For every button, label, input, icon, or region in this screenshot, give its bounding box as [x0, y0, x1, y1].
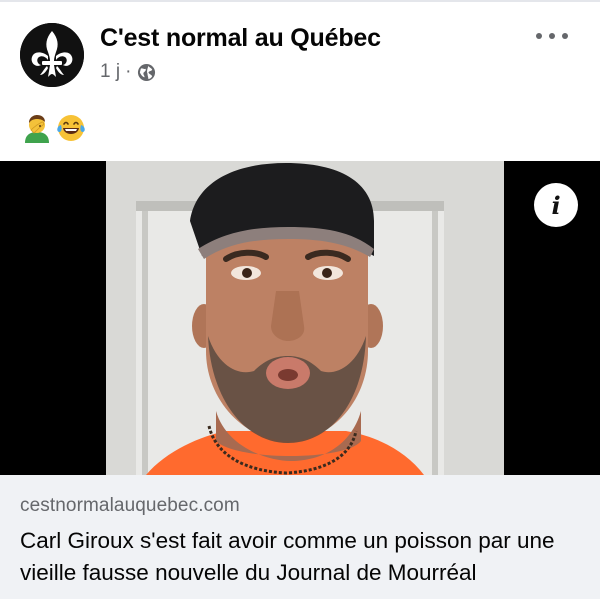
- man-facepalming-emoji: [22, 113, 52, 147]
- page-avatar[interactable]: [20, 23, 84, 87]
- post-meta: 1 j ·: [100, 61, 156, 83]
- link-domain: cestnormalauquebec.com: [20, 495, 240, 516]
- page-name-link[interactable]: C'est normal au Québec: [100, 24, 381, 53]
- link-title[interactable]: Carl Giroux s'est fait avoir comme un po…: [20, 525, 590, 589]
- video-player[interactable]: [0, 161, 600, 475]
- link-preview[interactable]: cestnormalauquebec.com Carl Giroux s'est…: [0, 475, 600, 599]
- info-icon[interactable]: i: [534, 183, 578, 227]
- tears-of-joy-emoji: [56, 113, 86, 147]
- fleur-de-lis-icon: [20, 23, 84, 87]
- globe-icon: [137, 63, 156, 82]
- top-divider: [0, 0, 600, 2]
- facebook-post: C'est normal au Québec 1 j · i cestnorma…: [0, 0, 600, 599]
- meta-separator: ·: [125, 61, 132, 82]
- post-text: [22, 113, 86, 147]
- post-time[interactable]: 1 j: [100, 61, 120, 83]
- video-thumbnail: [106, 161, 504, 475]
- more-options-icon[interactable]: [536, 26, 568, 46]
- video-frame: [106, 161, 504, 475]
